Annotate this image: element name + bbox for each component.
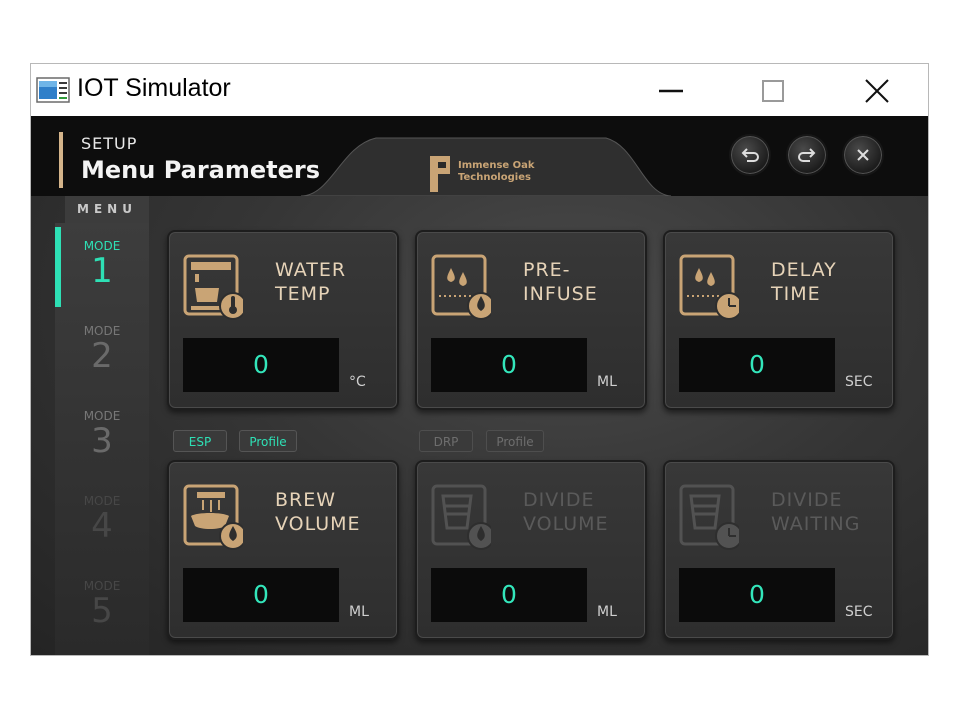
water-temp-value-box[interactable]: 0 <box>183 338 339 392</box>
minimize-button[interactable] <box>631 64 711 116</box>
app-content: SETUP Menu Parameters Immense Oak Techno… <box>31 116 928 655</box>
redo-button[interactable] <box>786 134 828 176</box>
mode-2-tab[interactable]: MODE 2 <box>55 308 149 393</box>
divide-volume-card[interactable]: DIVIDE VOLUME 0 ML <box>415 460 647 640</box>
divide-volume-value: 0 <box>501 580 517 609</box>
divide-volume-value-box[interactable]: 0 <box>431 568 587 622</box>
delay-time-unit: SEC <box>845 374 873 390</box>
divide-volume-label: DIVIDE VOLUME <box>523 488 609 536</box>
logo-line-1: Immense Oak <box>458 160 535 171</box>
oak-logo-icon <box>430 156 450 192</box>
divide-waiting-value: 0 <box>749 580 765 609</box>
mode-1-tab[interactable]: MODE 1 <box>55 223 149 308</box>
delay-time-card[interactable]: DELAY TIME 0 SEC <box>663 230 895 410</box>
mode-4-tab[interactable]: MODE 4 <box>55 478 149 563</box>
drp-tag[interactable]: DRP <box>419 430 473 452</box>
redo-icon <box>798 148 816 162</box>
pre-infuse-unit: ML <box>597 374 617 390</box>
undo-icon <box>741 148 759 162</box>
brew-volume-label-line-2: VOLUME <box>275 513 361 535</box>
delay-time-label-line-1: DELAY <box>771 259 837 281</box>
mode-3-tab[interactable]: MODE 3 <box>55 393 149 478</box>
delay-time-label: DELAY TIME <box>771 258 837 306</box>
divide-cup-clock-icon <box>679 484 739 550</box>
coffee-machine-thermometer-icon <box>183 254 243 320</box>
exit-button[interactable] <box>842 134 884 176</box>
brew-cup-drop-icon <box>183 484 243 550</box>
water-temp-value: 0 <box>253 350 269 379</box>
divide-waiting-label-line-2: WAITING <box>771 513 861 535</box>
logo-text: Immense Oak Technologies <box>458 160 535 184</box>
divide-volume-label-line-2: VOLUME <box>523 513 609 535</box>
app-icon <box>36 77 70 103</box>
brew-volume-value: 0 <box>253 580 269 609</box>
undo-button[interactable] <box>729 134 771 176</box>
divide-waiting-card[interactable]: DIVIDE WAITING 0 SEC <box>663 460 895 640</box>
delay-time-label-line-2: TIME <box>771 283 821 305</box>
logo-line-2: Technologies <box>458 172 531 183</box>
mode-sidebar: MODE 1 MODE 2 MODE 3 MODE 4 MODE 5 <box>55 223 149 655</box>
esp-profile-tag[interactable]: Profile <box>239 430 297 452</box>
divide-waiting-label: DIVIDE WAITING <box>771 488 861 536</box>
delay-time-value: 0 <box>749 350 765 379</box>
header-accent-bar <box>59 132 63 188</box>
header: SETUP Menu Parameters Immense Oak Techno… <box>31 116 928 196</box>
delay-time-value-box[interactable]: 0 <box>679 338 835 392</box>
mode-5-tab[interactable]: MODE 5 <box>55 563 149 648</box>
mode-5-number: 5 <box>91 591 113 631</box>
company-logo: Immense Oak Technologies <box>424 152 544 200</box>
delay-clock-icon <box>679 254 739 320</box>
pre-infuse-value: 0 <box>501 350 517 379</box>
divide-volume-unit: ML <box>597 604 617 620</box>
water-temp-card[interactable]: WATER TEMP 0 °C <box>167 230 399 410</box>
close-icon <box>865 79 889 103</box>
water-temp-label-line-1: WATER <box>275 259 347 281</box>
setup-label: SETUP <box>81 134 138 153</box>
brew-volume-label: BREW VOLUME <box>275 488 361 536</box>
app-window: IOT Simulator SETUP Menu Parameters Imme… <box>30 63 929 656</box>
menu-label: MENU <box>65 196 149 223</box>
window-title: IOT Simulator <box>77 74 231 102</box>
water-temp-label-line-2: TEMP <box>275 283 331 305</box>
esp-tag[interactable]: ESP <box>173 430 227 452</box>
divide-cup-drop-icon <box>431 484 491 550</box>
title-bar[interactable]: IOT Simulator <box>31 64 928 116</box>
mode-1-number: 1 <box>91 251 113 291</box>
mode-3-number: 3 <box>91 421 113 461</box>
pre-infuse-card[interactable]: PRE- INFUSE 0 ML <box>415 230 647 410</box>
pre-infuse-label-line-1: PRE- <box>523 259 571 281</box>
page-title: Menu Parameters <box>81 156 321 184</box>
pre-infuse-value-box[interactable]: 0 <box>431 338 587 392</box>
brew-volume-card[interactable]: BREW VOLUME 0 ML <box>167 460 399 640</box>
maximize-button[interactable] <box>733 64 813 116</box>
pre-infuse-label: PRE- INFUSE <box>523 258 598 306</box>
divide-waiting-value-box[interactable]: 0 <box>679 568 835 622</box>
mode-4-number: 4 <box>91 506 113 546</box>
divide-volume-label-line-1: DIVIDE <box>523 489 595 511</box>
brew-volume-label-line-1: BREW <box>275 489 337 511</box>
mode-2-number: 2 <box>91 336 113 376</box>
pre-infuse-label-line-2: INFUSE <box>523 283 598 305</box>
brew-volume-unit: ML <box>349 604 369 620</box>
water-temp-unit: °C <box>349 374 366 390</box>
pre-infuse-drops-icon <box>431 254 491 320</box>
water-temp-label: WATER TEMP <box>275 258 346 306</box>
divide-waiting-unit: SEC <box>845 604 873 620</box>
divide-waiting-label-line-1: DIVIDE <box>771 489 843 511</box>
brew-volume-value-box[interactable]: 0 <box>183 568 339 622</box>
x-icon <box>857 149 869 161</box>
minimize-icon <box>659 89 683 93</box>
drp-profile-tag[interactable]: Profile <box>486 430 544 452</box>
maximize-icon <box>762 80 784 102</box>
close-button[interactable] <box>836 64 916 116</box>
